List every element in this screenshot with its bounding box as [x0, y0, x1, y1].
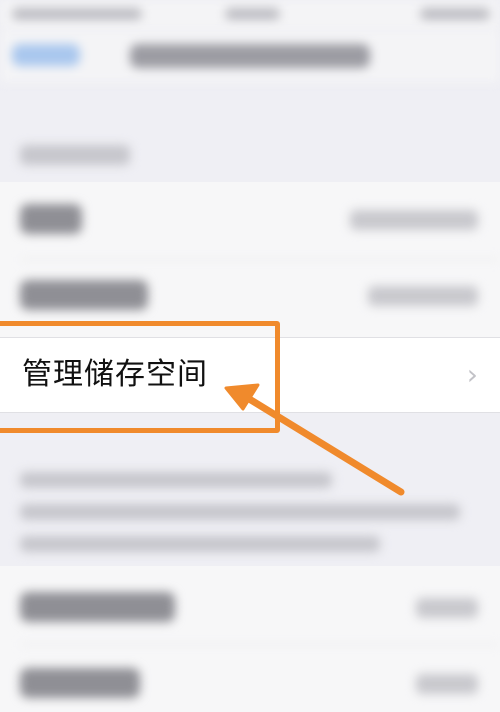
arrow-icon [224, 383, 405, 496]
